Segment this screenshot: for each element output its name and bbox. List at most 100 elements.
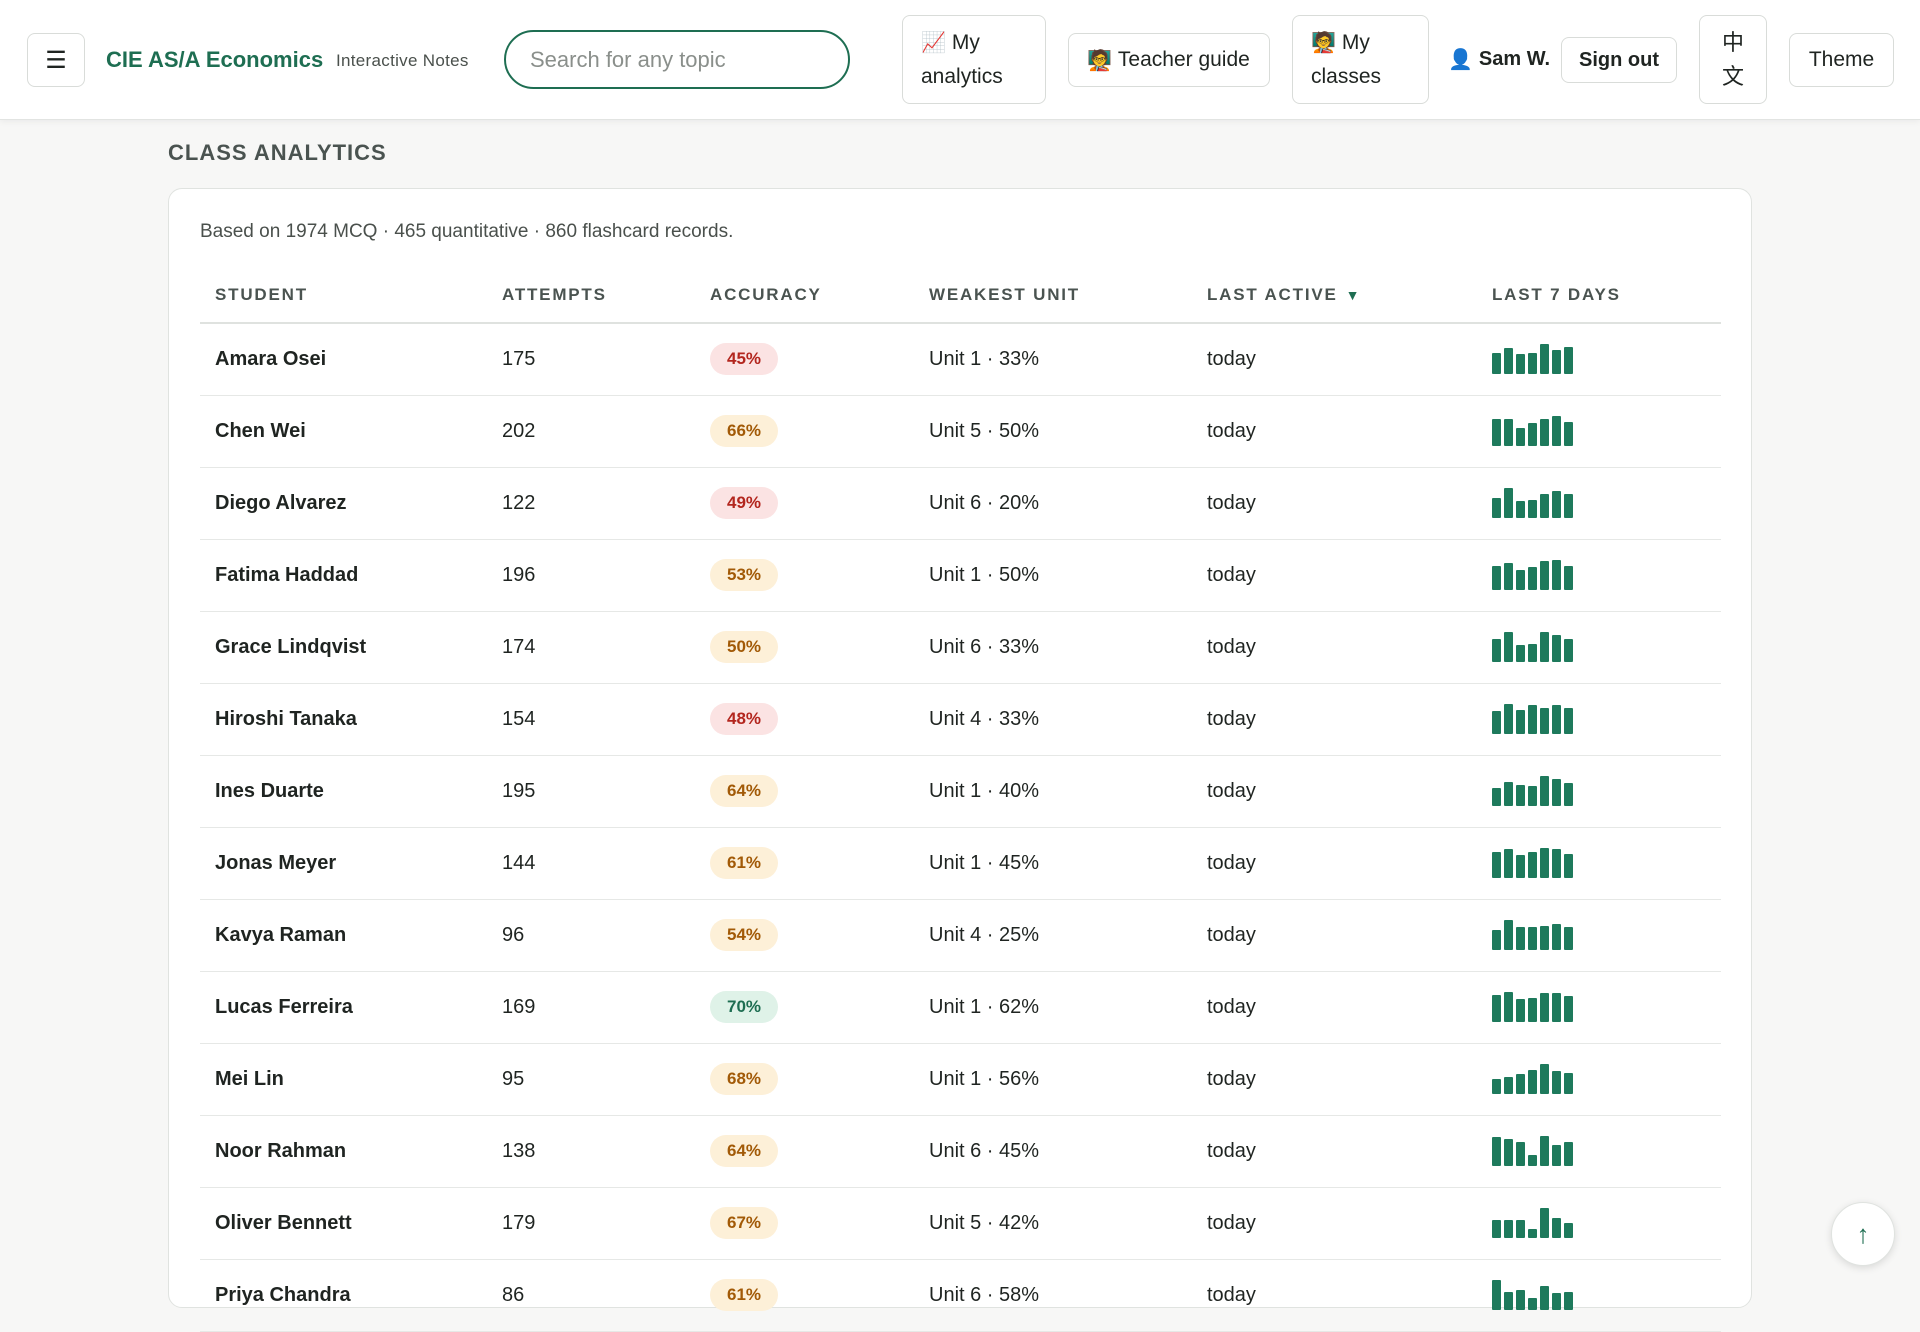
sparkline-bar <box>1552 1293 1561 1310</box>
lang-line1: 中 <box>1721 29 1744 55</box>
student-name[interactable]: Diego Alvarez <box>200 467 487 540</box>
sparkline-bar <box>1540 1064 1549 1094</box>
sparkline-bar <box>1564 783 1573 806</box>
sparkline-bar <box>1552 635 1561 662</box>
sparkline-bar <box>1504 1220 1513 1238</box>
sign-out-button[interactable]: Sign out <box>1561 37 1677 83</box>
my-classes-button[interactable]: 🧑‍🏫 My classes <box>1292 15 1429 104</box>
student-name[interactable]: Grace Lindqvist <box>200 611 487 684</box>
table-row[interactable]: Amara Osei 175 45% Unit 1 · 33% today <box>200 323 1721 396</box>
last-active-cell: today <box>1192 395 1477 468</box>
last-7-days-cell <box>1477 827 1721 900</box>
student-name[interactable]: Priya Chandra <box>200 1259 487 1332</box>
sparkline-bar <box>1504 348 1513 375</box>
language-toggle-button[interactable]: 中 文 <box>1699 15 1767 104</box>
sparkline-bar <box>1552 1145 1561 1166</box>
table-row[interactable]: Jonas Meyer 144 61% Unit 1 · 45% today <box>200 827 1721 900</box>
sparkline-bar <box>1564 708 1573 734</box>
sparkline-bar <box>1540 776 1549 806</box>
column-header-last-7-days[interactable]: LAST 7 DAYS <box>1477 267 1721 324</box>
sparkline-bar <box>1504 632 1513 662</box>
last-active-cell: today <box>1192 683 1477 756</box>
activity-sparkline <box>1492 344 1721 375</box>
theme-button[interactable]: Theme <box>1789 33 1894 87</box>
teacher-guide-button[interactable]: 🧑‍🏫 Teacher guide <box>1068 33 1270 87</box>
column-header-attempts[interactable]: ATTEMPTS <box>487 267 695 324</box>
sparkline-bar <box>1504 1139 1513 1166</box>
student-name[interactable]: Mei Lin <box>200 1043 487 1116</box>
student-name[interactable]: Kavya Raman <box>200 899 487 972</box>
sparkline-bar <box>1504 563 1513 590</box>
table-row[interactable]: Lucas Ferreira 169 70% Unit 1 · 62% today <box>200 971 1721 1044</box>
column-header-accuracy[interactable]: ACCURACY <box>695 267 914 324</box>
accuracy-cell: 54% <box>695 899 914 972</box>
sparkline-bar <box>1516 927 1525 950</box>
table-row[interactable]: Priya Chandra 86 61% Unit 6 · 58% today <box>200 1259 1721 1332</box>
my-classes-line1: 🧑‍🏫 My <box>1311 30 1370 54</box>
last-7-days-cell <box>1477 1043 1721 1116</box>
weakest-unit-cell: Unit 6 · 33% <box>914 611 1192 684</box>
brand-subtitle: Interactive Notes <box>336 51 469 70</box>
table-row[interactable]: Grace Lindqvist 174 50% Unit 6 · 33% today <box>200 611 1721 684</box>
weakest-unit-cell: Unit 6 · 20% <box>914 467 1192 540</box>
brand-title[interactable]: CIE AS/A Economics <box>106 47 323 73</box>
sparkline-bar <box>1528 644 1537 662</box>
column-header-weakest-unit[interactable]: WEAKEST UNIT <box>914 267 1192 324</box>
sparkline-bar <box>1552 779 1561 806</box>
sparkline-bar <box>1492 1280 1501 1310</box>
sparkline-bar <box>1540 1136 1549 1166</box>
accuracy-badge: 49% <box>710 487 778 519</box>
student-name[interactable]: Ines Duarte <box>200 755 487 828</box>
weakest-unit-cell: Unit 4 · 25% <box>914 899 1192 972</box>
user-name: Sam W. <box>1478 48 1551 70</box>
student-name[interactable]: Lucas Ferreira <box>200 971 487 1044</box>
student-name[interactable]: Hiroshi Tanaka <box>200 683 487 756</box>
my-classes-line2: classes <box>1311 64 1382 88</box>
sparkline-bar <box>1516 428 1525 446</box>
table-row[interactable]: Mei Lin 95 68% Unit 1 · 56% today <box>200 1043 1721 1116</box>
table-row[interactable]: Hiroshi Tanaka 154 48% Unit 4 · 33% today <box>200 683 1721 756</box>
student-name[interactable]: Fatima Haddad <box>200 539 487 612</box>
sparkline-bar <box>1552 1071 1561 1094</box>
search-input[interactable] <box>504 30 850 89</box>
column-header-student[interactable]: STUDENT <box>200 267 487 324</box>
table-row[interactable]: Ines Duarte 195 64% Unit 1 · 40% today <box>200 755 1721 828</box>
sparkline-bar <box>1492 930 1501 950</box>
activity-sparkline <box>1492 1136 1721 1166</box>
student-name[interactable]: Amara Osei <box>200 323 487 396</box>
activity-sparkline <box>1492 632 1721 662</box>
scroll-to-top-button[interactable]: ↑ <box>1831 1202 1895 1266</box>
student-name[interactable]: Jonas Meyer <box>200 827 487 900</box>
column-header-last-active[interactable]: LAST ACTIVE ▼ <box>1192 267 1477 324</box>
student-name[interactable]: Chen Wei <box>200 395 487 468</box>
sparkline-bar <box>1492 419 1501 446</box>
student-name[interactable]: Oliver Bennett <box>200 1187 487 1260</box>
sparkline-bar <box>1528 353 1537 375</box>
sparkline-bar <box>1516 1290 1525 1310</box>
menu-button[interactable]: ☰ <box>27 33 85 87</box>
table-row[interactable]: Oliver Bennett 179 67% Unit 5 · 42% today <box>200 1187 1721 1260</box>
table-row[interactable]: Diego Alvarez 122 49% Unit 6 · 20% today <box>200 467 1721 540</box>
accuracy-badge: 50% <box>710 631 778 663</box>
activity-sparkline <box>1492 776 1721 806</box>
sparkline-bar <box>1492 1079 1501 1094</box>
student-name[interactable]: Noor Rahman <box>200 1115 487 1188</box>
table-row[interactable]: Noor Rahman 138 64% Unit 6 · 45% today <box>200 1115 1721 1188</box>
activity-sparkline <box>1492 1280 1721 1310</box>
table-row[interactable]: Fatima Haddad 196 53% Unit 1 · 50% today <box>200 539 1721 612</box>
accuracy-cell: 66% <box>695 395 914 468</box>
last-active-cell: today <box>1192 1259 1477 1332</box>
last-7-days-cell <box>1477 539 1721 612</box>
accuracy-badge: 53% <box>710 559 778 591</box>
sparkline-bar <box>1564 1292 1573 1310</box>
table-row[interactable]: Chen Wei 202 66% Unit 5 · 50% today <box>200 395 1721 468</box>
top-nav-bar: ☰ CIE AS/A Economics Interactive Notes 📈… <box>0 0 1920 120</box>
sparkline-bar <box>1528 998 1537 1022</box>
sparkline-bar <box>1516 570 1525 590</box>
sparkline-bar <box>1552 849 1561 878</box>
table-row[interactable]: Kavya Raman 96 54% Unit 4 · 25% today <box>200 899 1721 972</box>
my-analytics-button[interactable]: 📈 My analytics <box>902 15 1046 104</box>
sparkline-bar <box>1516 1142 1525 1166</box>
sparkline-bar <box>1528 1155 1537 1166</box>
sparkline-bar <box>1540 1208 1549 1238</box>
